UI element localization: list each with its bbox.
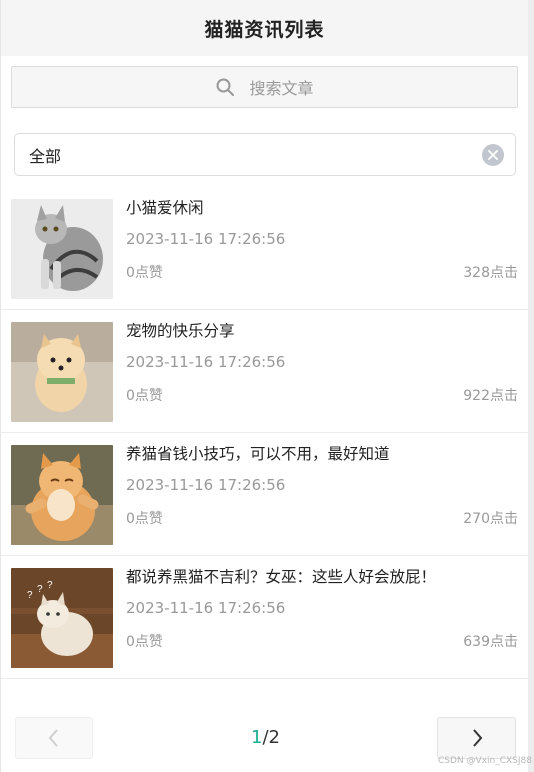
article-title[interactable]: 养猫省钱小技巧，可以不用，最好知道 (126, 442, 390, 464)
article-clicks: 328点击 (463, 265, 518, 281)
clear-icon[interactable] (482, 143, 504, 166)
previous-page-button[interactable] (15, 717, 93, 759)
search-bar[interactable]: 搜索文章 (11, 66, 518, 108)
article-title[interactable]: 都说养黑猫不吉利？女巫：这些人好会放屁！ (126, 565, 436, 587)
article-thumbnail-orange-cat[interactable] (11, 445, 113, 545)
app-page: 猫猫资讯列表 搜索文章 全部 小猫爱休闲 2023-11-16 17:26:56… (0, 0, 528, 772)
article-thumbnail-confused-cat[interactable]: ??? (11, 568, 113, 668)
article-likes: 0点赞 (126, 634, 163, 650)
category-filter-input[interactable]: 全部 (14, 133, 516, 176)
pagination: 1/2 (1, 717, 528, 759)
article-likes: 0点赞 (126, 388, 163, 404)
svg-text:?: ? (27, 590, 33, 601)
next-page-button[interactable] (437, 717, 516, 759)
svg-text:?: ? (37, 584, 43, 595)
filter-value: 全部 (29, 146, 62, 166)
article-title[interactable]: 小猫爱休闲 (126, 196, 204, 218)
watermark: CSDN @Vxin_CXSJ88 (438, 756, 532, 766)
article-item[interactable]: 养猫省钱小技巧，可以不用，最好知道 2023-11-16 17:26:56 0点… (1, 433, 528, 556)
article-title[interactable]: 宠物的快乐分享 (126, 319, 235, 341)
filter-section: 全部 (1, 108, 528, 176)
article-item[interactable]: 小猫爱休闲 2023-11-16 17:26:56 0点赞 328点击 (1, 187, 528, 310)
article-clicks: 639点击 (463, 634, 518, 650)
search-icon (216, 78, 235, 96)
article-likes: 0点赞 (126, 511, 163, 527)
article-list: 小猫爱休闲 2023-11-16 17:26:56 0点赞 328点击 宠物的快… (1, 187, 528, 679)
svg-text:?: ? (47, 580, 53, 591)
search-section: 搜索文章 (1, 56, 528, 108)
current-page: 1 (251, 727, 263, 748)
article-thumbnail-tabby-cat[interactable] (11, 199, 113, 299)
article-item[interactable]: ??? 都说养黑猫不吉利？女巫：这些人好会放屁！ 2023-11-16 17:2… (1, 556, 528, 679)
page-title: 猫猫资讯列表 (204, 18, 325, 41)
chevron-left-icon (48, 729, 58, 747)
search-placeholder: 搜索文章 (249, 79, 314, 98)
navigation-bar: 猫猫资讯列表 (1, 0, 528, 56)
article-clicks: 922点击 (463, 388, 518, 404)
article-date: 2023-11-16 17:26:56 (126, 230, 286, 248)
article-date: 2023-11-16 17:26:56 (126, 599, 286, 617)
article-clicks: 270点击 (463, 511, 518, 527)
total-pages: /2 (262, 727, 280, 748)
article-likes: 0点赞 (126, 265, 163, 281)
page-indicator: 1/2 (251, 727, 280, 748)
article-date: 2023-11-16 17:26:56 (126, 476, 286, 494)
chevron-right-icon (472, 729, 482, 747)
article-thumbnail-pomeranian[interactable] (11, 322, 113, 422)
article-date: 2023-11-16 17:26:56 (126, 353, 286, 371)
window-edge (527, 0, 534, 772)
article-item[interactable]: 宠物的快乐分享 2023-11-16 17:26:56 0点赞 922点击 (1, 310, 528, 433)
